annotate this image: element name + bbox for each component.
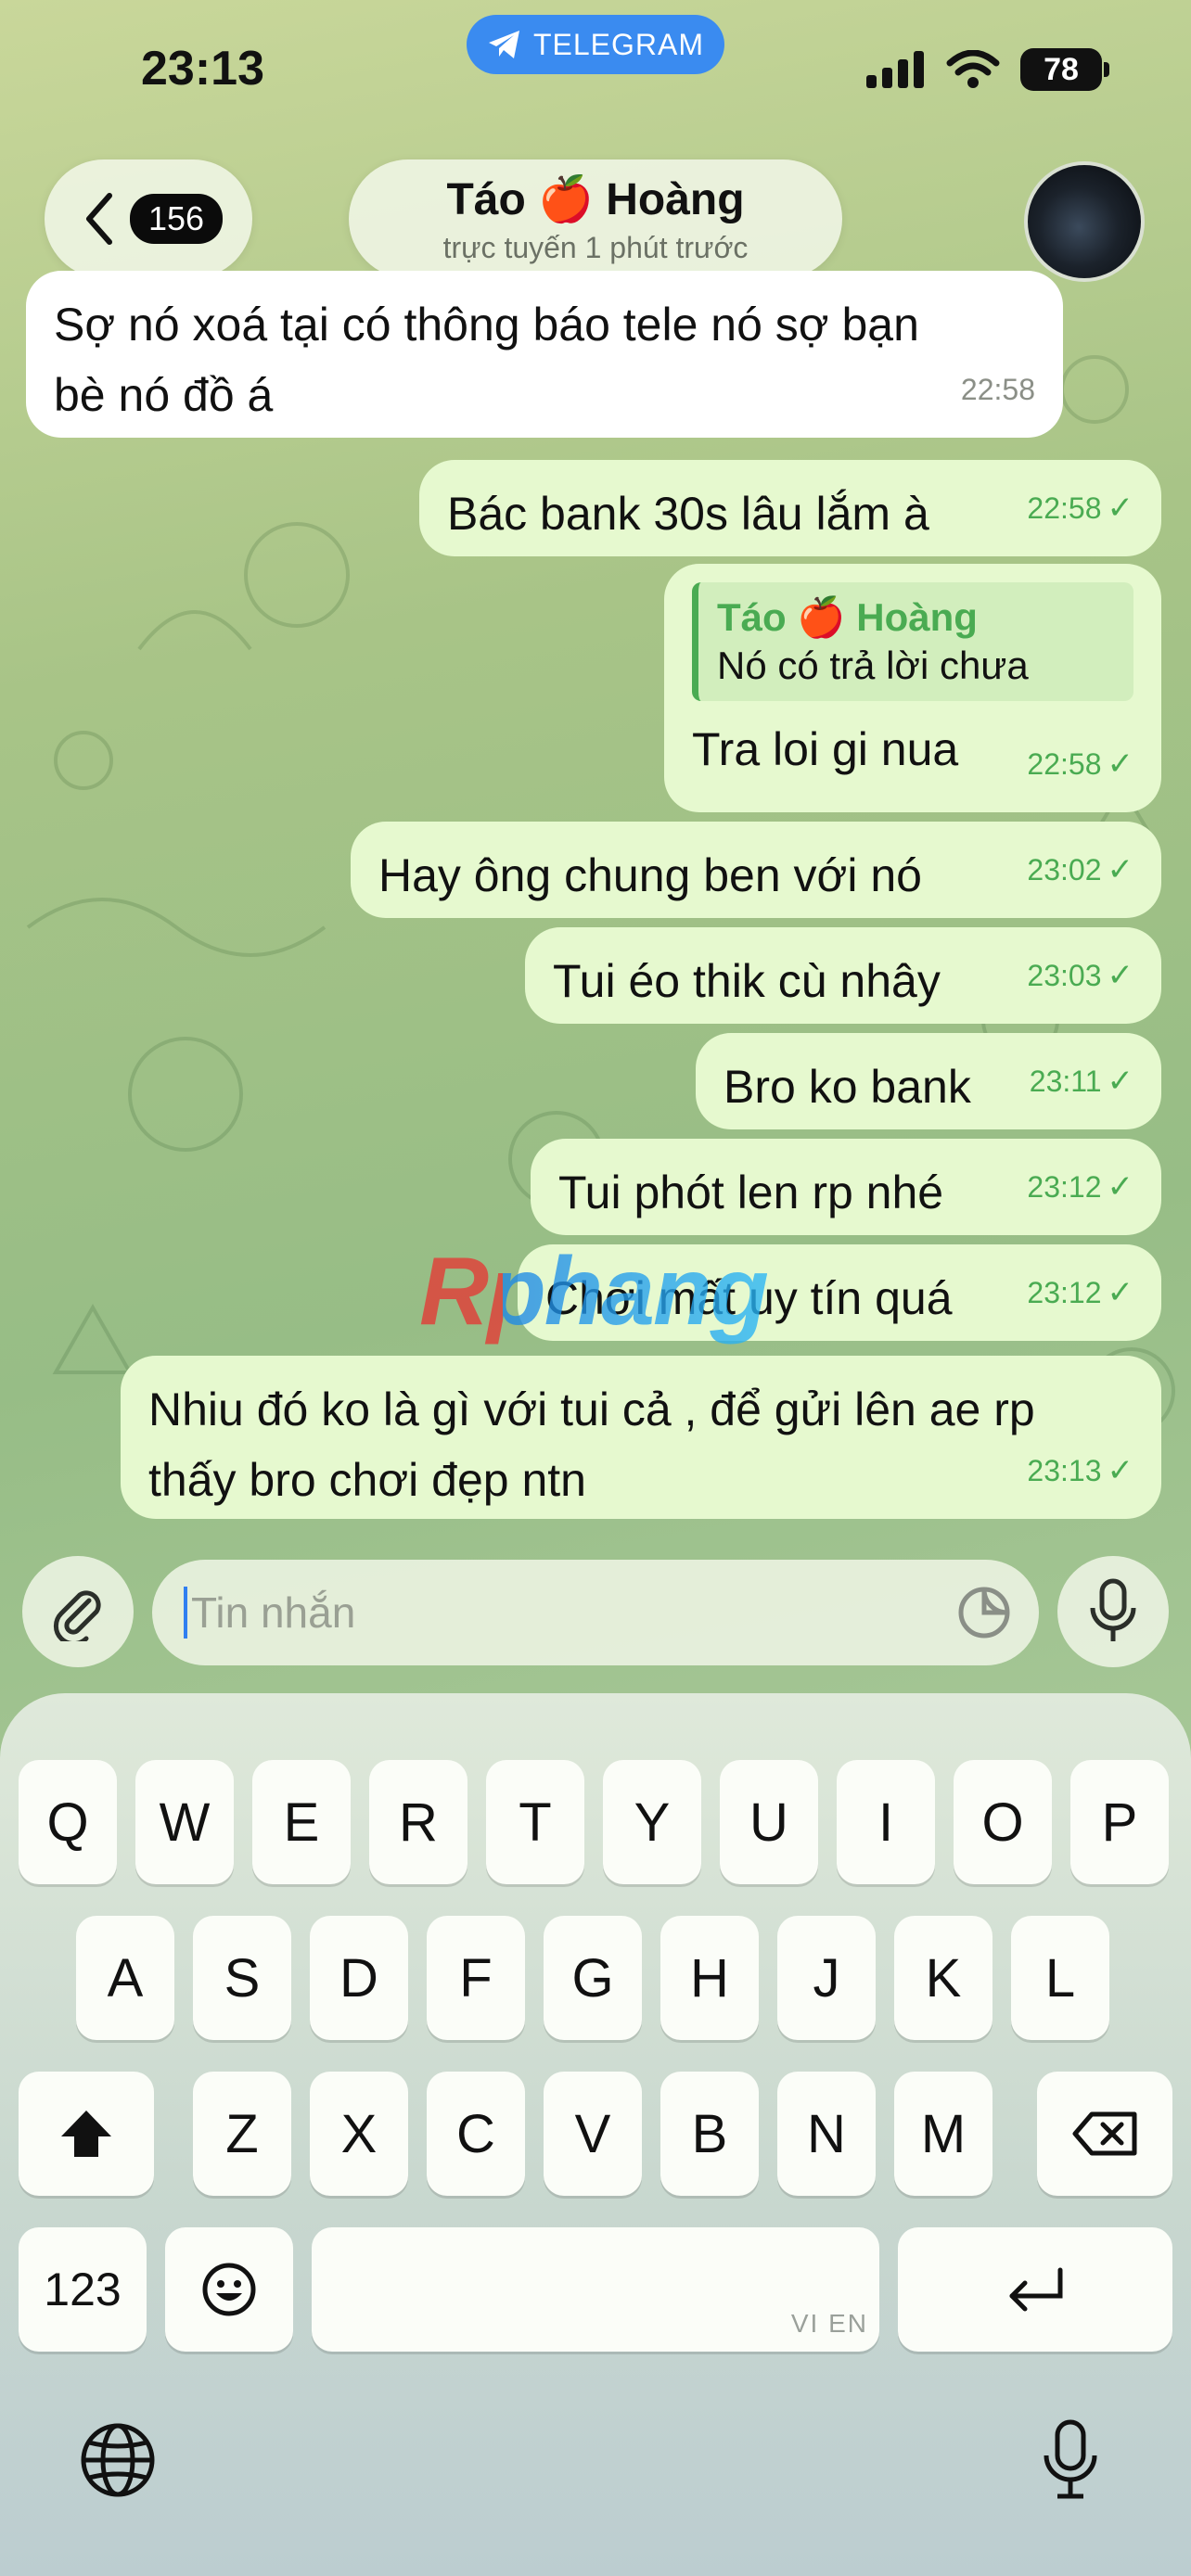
message-text-line: thấy bro chơi đẹp ntn — [148, 1454, 586, 1506]
microphone-icon — [1090, 1578, 1136, 1641]
reply-author: Táo 🍎 Hoàng — [717, 595, 978, 639]
backspace-icon — [1072, 2111, 1137, 2156]
key-u[interactable]: U — [720, 1760, 818, 1884]
key-d[interactable]: D — [310, 1916, 408, 2040]
message-time: 23:13 — [1027, 1454, 1102, 1487]
key-c[interactable]: C — [427, 2072, 525, 2196]
message-bubble-outgoing[interactable]: Nhiu đó ko là gì với tui cả , để gửi lên… — [121, 1356, 1161, 1519]
contact-name: Táo 🍎 Hoàng — [446, 175, 745, 224]
telegram-plane-icon — [488, 31, 519, 58]
message-time: 23:02 — [1027, 853, 1102, 886]
message-text-line: Sợ nó xoá tại có thông báo tele nó sợ bạ… — [54, 299, 919, 351]
message-bubble-outgoing[interactable]: Hay ông chung ben với nó 23:02 ✓ — [351, 822, 1161, 918]
key-t[interactable]: T — [486, 1760, 584, 1884]
message-time: 22:58 — [1027, 491, 1102, 525]
telegram-app-pill[interactable]: TELEGRAM — [467, 15, 724, 74]
message-bubble-outgoing[interactable]: Tui éo thik cù nhây 23:03 ✓ — [525, 927, 1161, 1024]
battery-indicator: 78 — [1020, 48, 1109, 91]
emoji-icon — [202, 2263, 256, 2316]
message-text-line: Nhiu đó ko là gì với tui cả , để gửi lên… — [148, 1384, 1035, 1435]
message-bubble-outgoing[interactable]: Bác bank 30s lâu lắm à 22:58 ✓ — [419, 460, 1161, 556]
numbers-key[interactable]: 123 — [19, 2227, 147, 2352]
key-e[interactable]: E — [252, 1760, 351, 1884]
message-input[interactable]: Tin nhắn — [152, 1560, 1039, 1665]
watermark-logo: Rphang — [419, 1238, 769, 1345]
unread-count-badge: 156 — [130, 194, 224, 244]
status-bar: 23:13 TELEGRAM 78 — [0, 0, 1191, 139]
key-l[interactable]: L — [1011, 1916, 1109, 2040]
paperclip-icon — [53, 1590, 101, 1641]
voice-record-button[interactable] — [1057, 1556, 1169, 1667]
key-o[interactable]: O — [954, 1760, 1052, 1884]
read-check-icon: ✓ — [1107, 1169, 1134, 1205]
message-bubble-outgoing[interactable]: Tui phót len rp nhé 23:12 ✓ — [531, 1139, 1161, 1235]
read-check-icon: ✓ — [1107, 1275, 1134, 1310]
wifi-icon — [946, 50, 1000, 88]
contact-avatar[interactable] — [1024, 161, 1145, 282]
space-key[interactable]: VI EN — [312, 2227, 879, 2352]
message-text-line: bè nó đồ á — [54, 369, 274, 421]
back-button[interactable]: 156 — [45, 159, 252, 278]
message-bubble-outgoing[interactable]: Bro ko bank 23:11 ✓ — [696, 1033, 1161, 1129]
read-check-icon: ✓ — [1107, 958, 1134, 993]
return-key[interactable] — [898, 2227, 1172, 2352]
key-k[interactable]: K — [894, 1916, 992, 2040]
key-s[interactable]: S — [193, 1916, 291, 2040]
key-x[interactable]: X — [310, 2072, 408, 2196]
text-caret — [184, 1587, 187, 1639]
key-r[interactable]: R — [369, 1760, 467, 1884]
dictation-mic-icon[interactable] — [1043, 2418, 1098, 2502]
key-b[interactable]: B — [660, 2072, 759, 2196]
status-icons: 78 — [864, 48, 1109, 91]
key-y[interactable]: Y — [603, 1760, 701, 1884]
telegram-pill-label: TELEGRAM — [532, 27, 705, 61]
key-a[interactable]: A — [76, 1916, 174, 2040]
key-w[interactable]: W — [135, 1760, 234, 1884]
reply-quote[interactable]: Táo 🍎 Hoàng Nó có trả lời chưa — [692, 582, 1133, 701]
key-g[interactable]: G — [544, 1916, 642, 2040]
cellular-signal-icon — [866, 51, 924, 88]
key-m[interactable]: M — [894, 2072, 992, 2196]
reply-text: Nó có trả lời chưa — [717, 644, 1029, 687]
message-time: 23:03 — [1027, 959, 1102, 992]
read-check-icon: ✓ — [1107, 852, 1134, 887]
message-time: 23:12 — [1027, 1170, 1102, 1204]
contact-last-seen: trực tuyến 1 phút trước — [442, 231, 749, 264]
key-z[interactable]: Z — [193, 2072, 291, 2196]
delete-key[interactable] — [1037, 2072, 1172, 2196]
keyboard-language-hint: VI EN — [790, 2309, 868, 2338]
key-p[interactable]: P — [1070, 1760, 1169, 1884]
key-j[interactable]: J — [777, 1916, 876, 2040]
read-check-icon: ✓ — [1107, 1064, 1134, 1099]
key-v[interactable]: V — [544, 2072, 642, 2196]
return-icon — [1009, 2267, 1063, 2312]
shift-key[interactable] — [19, 2072, 154, 2196]
status-time: 23:13 — [141, 42, 264, 96]
message-bubble-outgoing-reply[interactable]: Táo 🍎 Hoàng Nó có trả lời chưa Tra loi g… — [664, 564, 1161, 812]
message-time: 22:58 — [960, 373, 1035, 406]
key-n[interactable]: N — [777, 2072, 876, 2196]
message-text: Hay ông chung ben với nó — [378, 849, 922, 901]
key-i[interactable]: I — [837, 1760, 935, 1884]
message-bubble-incoming[interactable]: Sợ nó xoá tại có thông báo tele nó sợ bạ… — [26, 271, 1063, 438]
chat-header-title[interactable]: Táo 🍎 Hoàng trực tuyến 1 phút trước — [349, 159, 842, 278]
read-check-icon: ✓ — [1107, 491, 1134, 526]
globe-icon[interactable] — [80, 2422, 156, 2498]
sticker-icon[interactable] — [957, 1586, 1011, 1639]
shift-icon — [61, 2111, 111, 2157]
key-h[interactable]: H — [660, 1916, 759, 2040]
message-time: 23:12 — [1027, 1276, 1102, 1309]
read-check-icon: ✓ — [1107, 1453, 1134, 1488]
message-time: 23:11 — [1029, 1065, 1102, 1098]
chevron-left-icon — [86, 193, 112, 245]
message-time: 22:58 — [1027, 747, 1102, 781]
key-f[interactable]: F — [427, 1916, 525, 2040]
read-check-icon: ✓ — [1107, 746, 1134, 782]
attach-button[interactable] — [22, 1556, 134, 1667]
emoji-key[interactable] — [165, 2227, 293, 2352]
key-q[interactable]: Q — [19, 1760, 117, 1884]
message-input-placeholder: Tin nhắn — [191, 1588, 356, 1637]
